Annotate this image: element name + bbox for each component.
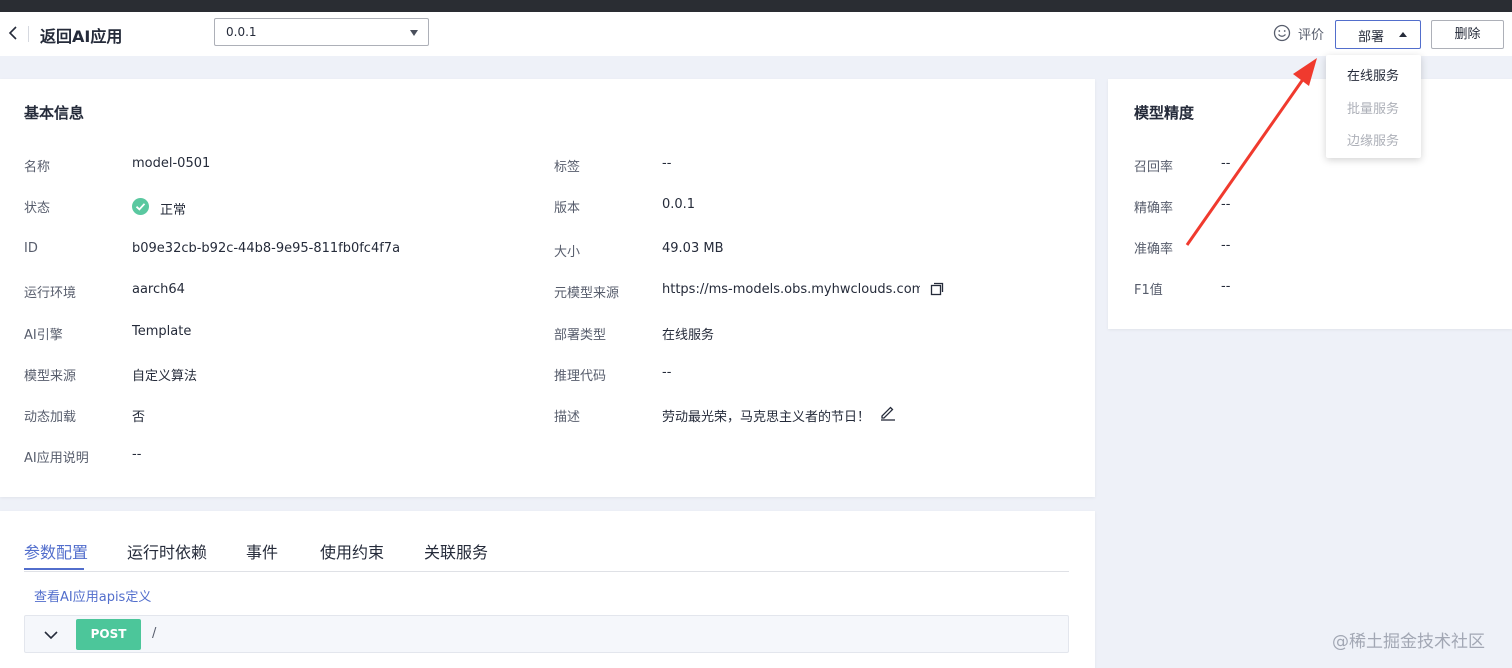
menu-item-edge-service: 边缘服务 (1347, 134, 1400, 149)
field-label-dynamic-loading: 动态加载 (24, 410, 77, 425)
active-tab-indicator (24, 568, 84, 570)
field-value-tags: -- (662, 156, 672, 171)
accuracy-value-accuracy: -- (1221, 238, 1231, 253)
field-value-size: 49.03 MB (662, 241, 724, 256)
deploy-label: 部署 (1358, 30, 1385, 45)
api-path: / (152, 626, 157, 641)
watermark: @稀土掘金技术社区 (1332, 632, 1485, 652)
field-value-name: model-0501 (132, 156, 211, 171)
basic-info-card: 基本信息 名称 model-0501 状态 正常 ID b09e32cb-b92… (0, 79, 1095, 497)
api-row: POST / (24, 615, 1069, 653)
accuracy-label-recall: 召回率 (1134, 160, 1174, 175)
field-value-inference-code: -- (662, 365, 672, 380)
view-apis-definition-link[interactable]: 查看AI应用apis定义 (34, 586, 151, 605)
field-label-tags: 标签 (554, 160, 581, 175)
field-label-status: 状态 (24, 201, 51, 216)
page-header: 返回AI应用 0.0.1 评价 部署 删除 (0, 12, 1512, 56)
field-label-deploy-type: 部署类型 (554, 328, 607, 343)
field-label-inference-code: 推理代码 (554, 369, 607, 384)
field-label-ai-app-description: AI应用说明 (24, 451, 89, 466)
field-value-dynamic-loading: 否 (132, 410, 146, 425)
chevron-down-icon (410, 30, 418, 36)
field-value-version: 0.0.1 (662, 197, 696, 212)
smile-icon (1273, 24, 1291, 42)
delete-button[interactable]: 删除 (1431, 20, 1504, 49)
model-accuracy-title: 模型精度 (1134, 104, 1195, 122)
accuracy-value-precision: -- (1221, 197, 1231, 212)
field-label-id: ID (24, 241, 38, 256)
field-label-version: 版本 (554, 201, 581, 216)
field-value-ai-app-description: -- (132, 447, 142, 462)
deploy-button[interactable]: 部署 (1335, 20, 1421, 49)
menu-item-online-service[interactable]: 在线服务 (1347, 65, 1399, 84)
field-label-model-source: 模型来源 (24, 369, 77, 384)
tab-runtime-dependencies[interactable]: 运行时依赖 (127, 539, 207, 563)
caret-up-icon (1399, 32, 1407, 37)
field-value-deploy-type: 在线服务 (662, 328, 715, 343)
accuracy-value-f1: -- (1221, 279, 1231, 294)
field-label-description: 描述 (554, 410, 581, 425)
field-value-runtime: aarch64 (132, 282, 185, 297)
edit-icon[interactable] (879, 403, 897, 425)
field-value-model-source: 自定义算法 (132, 369, 198, 384)
accuracy-label-f1: F1值 (1134, 283, 1163, 298)
tabs-divider (24, 571, 1069, 572)
model-accuracy-card: 模型精度 召回率 -- 精确率 -- 准确率 -- F1值 -- (1108, 79, 1512, 329)
field-value-status: 正常 (160, 203, 187, 218)
field-label-ai-engine: AI引擎 (24, 328, 63, 343)
rate-label: 评价 (1298, 28, 1325, 43)
field-label-name: 名称 (24, 160, 51, 175)
basic-info-title: 基本信息 (24, 104, 85, 122)
field-label-meta-model-source: 元模型来源 (554, 286, 620, 301)
version-select[interactable]: 0.0.1 (214, 18, 429, 46)
accuracy-label-accuracy: 准确率 (1134, 242, 1174, 257)
header-divider (28, 26, 29, 42)
field-label-size: 大小 (554, 245, 581, 260)
top-dark-bar (0, 0, 1512, 12)
chevron-down-icon[interactable] (40, 625, 62, 645)
field-label-runtime: 运行环境 (24, 286, 77, 301)
accuracy-value-recall: -- (1221, 156, 1231, 171)
copy-icon[interactable] (929, 281, 945, 301)
back-arrow-icon[interactable] (4, 23, 24, 43)
back-to-ai-app-title[interactable]: 返回AI应用 (40, 23, 122, 47)
field-value-meta-model-source: https://ms-models.obs.myhwclouds.com/d..… (662, 282, 920, 297)
deploy-dropdown-menu: 在线服务 批量服务 边缘服务 (1326, 55, 1421, 158)
version-select-value: 0.0.1 (226, 25, 257, 39)
check-icon (132, 198, 149, 215)
field-value-id: b09e32cb-b92c-44b8-9e95-811fb0fc4f7a (132, 241, 401, 256)
post-method-badge: POST (76, 619, 141, 650)
tab-usage-constraints[interactable]: 使用约束 (320, 539, 384, 563)
field-value-description: 劳动最光荣，马克思主义者的节日！ (662, 410, 871, 425)
config-tabs-card: 参数配置 运行时依赖 事件 使用约束 关联服务 查看AI应用apis定义 POS… (0, 511, 1095, 668)
tab-events[interactable]: 事件 (246, 539, 278, 563)
field-value-ai-engine: Template (132, 324, 192, 339)
tab-associated-services[interactable]: 关联服务 (424, 539, 488, 563)
accuracy-label-precision: 精确率 (1134, 201, 1174, 216)
tab-parameter-config[interactable]: 参数配置 (24, 539, 88, 563)
menu-item-batch-service: 批量服务 (1347, 102, 1400, 117)
